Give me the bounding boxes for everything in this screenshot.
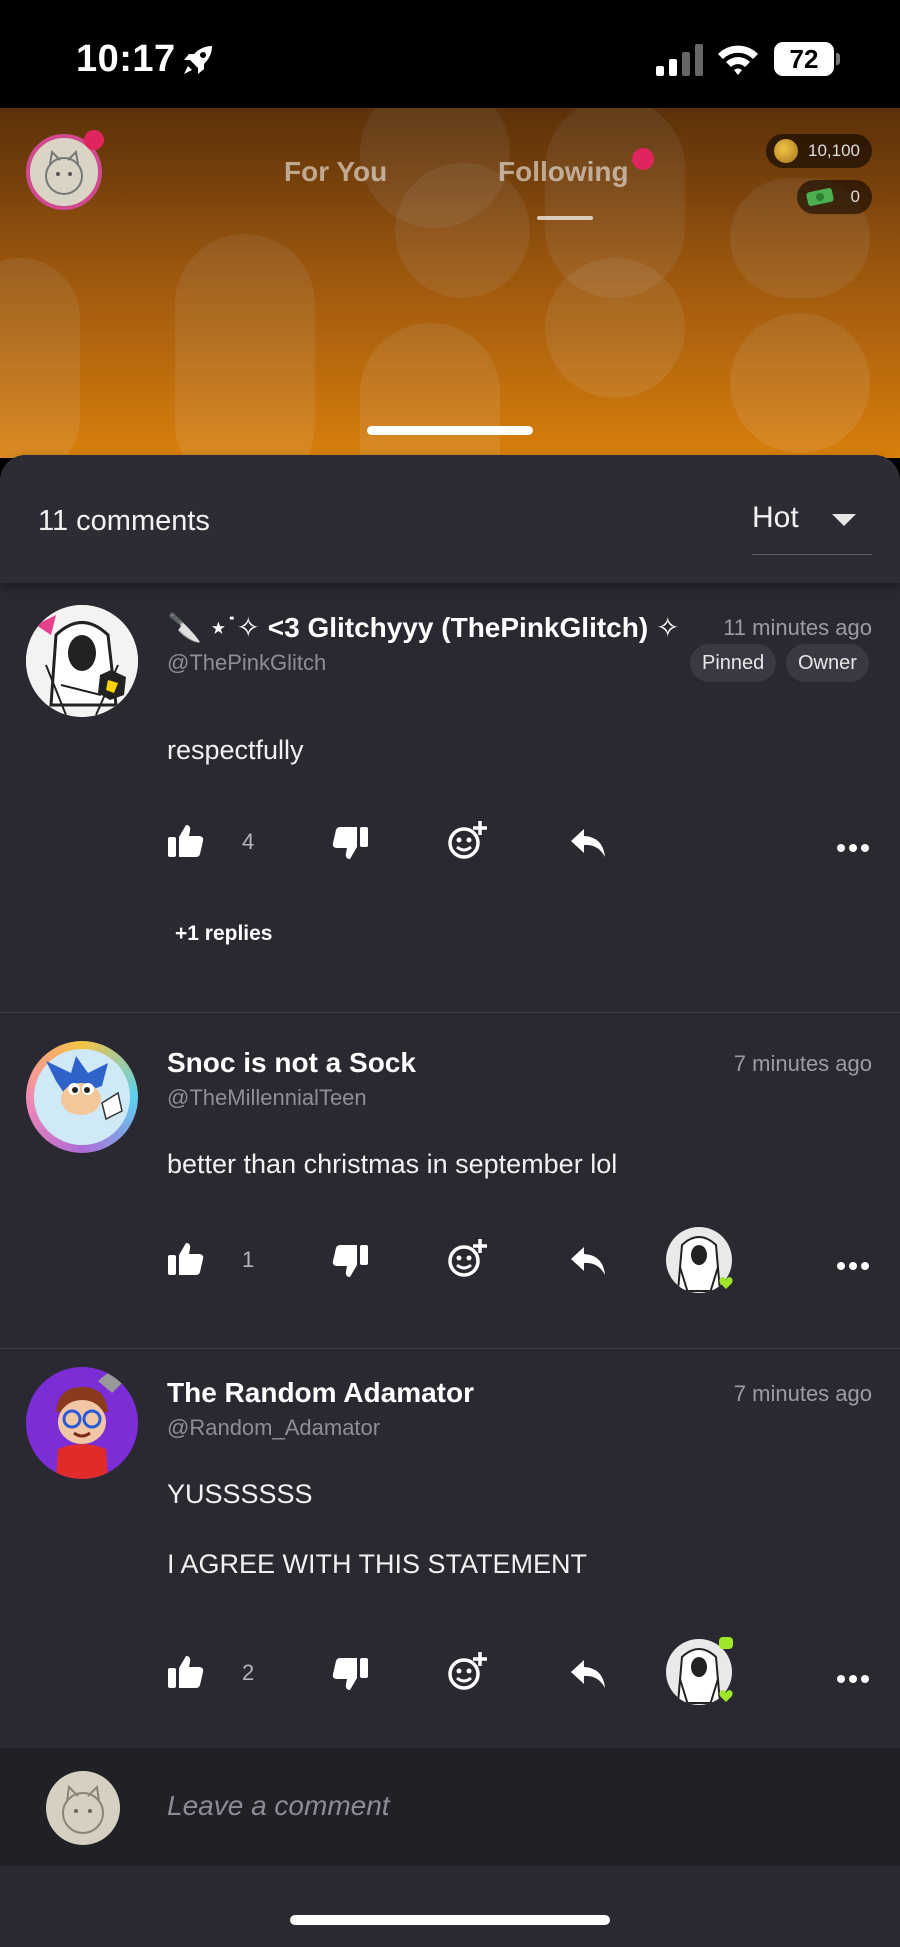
comments-sheet: 11 comments Hot 🔪 ⋆˙✧ <3 Glitchyyy (TheP… [0, 455, 900, 1947]
comment-timestamp: 7 minutes ago [733, 1051, 872, 1076]
adamator-avatar-art [26, 1367, 138, 1479]
feed-header: For You Following 10,100 0 [0, 108, 900, 458]
comment-body: better than christmas in september lol [167, 1149, 618, 1179]
reply-icon[interactable] [568, 1654, 608, 1694]
comment-timestamp: 7 minutes ago [733, 1381, 872, 1406]
my-avatar [46, 1771, 120, 1845]
add-reaction-icon[interactable] [446, 1237, 490, 1281]
thumbs-down-icon[interactable] [330, 1241, 370, 1281]
pinned-badge: Pinned [690, 644, 777, 682]
battery-level: 72 [774, 42, 834, 76]
coin-balance[interactable]: 10,100 [766, 134, 872, 168]
comment-body: respectfully [167, 735, 304, 765]
reply-icon[interactable] [568, 1241, 608, 1281]
battery-nub [836, 53, 840, 65]
thumbs-up-icon[interactable] [166, 1239, 206, 1279]
owner-badge: Owner [786, 644, 869, 682]
more-options-icon[interactable] [836, 1261, 870, 1271]
tab-following[interactable]: Following [498, 156, 629, 188]
comment-count: 11 comments [38, 505, 210, 537]
comment-avatar[interactable] [26, 1367, 138, 1479]
ghostface-avatar-art [26, 605, 138, 717]
comment-item: 🔪 ⋆˙✧ <3 Glitchyyy (ThePinkGlitch) ✧ @Th… [0, 583, 900, 1026]
wifi-icon [718, 45, 758, 75]
comment-avatar[interactable] [26, 1041, 138, 1153]
cash-balance-value: 0 [850, 187, 860, 206]
tab-active-indicator [537, 216, 593, 220]
sonic-avatar-art [34, 1049, 130, 1145]
cat-sketch-icon [62, 1784, 104, 1834]
comment-author-name[interactable]: 🔪 ⋆˙✧ <3 Glitchyyy (ThePinkGlitch) ✧ [167, 611, 679, 644]
comment-avatar[interactable] [26, 605, 138, 717]
sort-selected-value: Hot [752, 501, 799, 534]
sheet-drag-handle[interactable] [367, 426, 533, 435]
thumbs-down-icon[interactable] [330, 1654, 370, 1694]
tab-for-you[interactable]: For You [284, 156, 387, 188]
heart-icon [719, 1277, 733, 1289]
bottom-safe-area [0, 1866, 900, 1947]
comment-body-line: I AGREE WITH THIS STATEMENT [167, 1549, 588, 1579]
sort-dropdown[interactable]: Hot [752, 495, 872, 555]
battery-indicator: 72 [774, 42, 840, 76]
comment-timestamp: 11 minutes ago [723, 615, 872, 640]
status-time: 10:17 [76, 38, 176, 80]
status-bar: 10:17 72 [0, 0, 900, 108]
comment-input[interactable]: Leave a comment [167, 1790, 390, 1822]
cash-icon [805, 188, 834, 206]
coin-icon [774, 139, 798, 163]
comment-item: The Random Adamator @Random_Adamator 7 m… [0, 1349, 900, 1748]
thumbs-up-icon[interactable] [166, 821, 206, 861]
like-count: 4 [242, 829, 255, 854]
compose-bar[interactable]: Leave a comment [0, 1748, 900, 1866]
cellular-signal-icon [656, 44, 703, 76]
cash-balance[interactable]: 0 [796, 180, 872, 214]
thumbs-down-icon[interactable] [330, 823, 370, 863]
comments-header: 11 comments Hot [0, 455, 900, 583]
like-count: 2 [242, 1660, 255, 1685]
header-shade [0, 108, 900, 458]
add-reaction-icon[interactable] [446, 1650, 490, 1694]
like-count: 1 [242, 1247, 255, 1272]
comment-body-line: YUSSSSSS [167, 1479, 313, 1509]
thumbs-up-icon[interactable] [166, 1652, 206, 1692]
comment-author-handle[interactable]: @TheMillennialTeen [167, 1085, 367, 1111]
caret-down-icon [832, 514, 856, 526]
home-indicator[interactable] [290, 1915, 610, 1925]
add-reaction-icon[interactable] [446, 819, 490, 863]
comment-author-name[interactable]: The Random Adamator [167, 1377, 474, 1409]
comment-item: Snoc is not a Sock @TheMillennialTeen 7 … [0, 1013, 900, 1349]
reply-icon[interactable] [568, 823, 608, 863]
reaction-dot-icon [719, 1637, 733, 1649]
comment-author-handle[interactable]: @ThePinkGlitch [167, 650, 326, 676]
more-options-icon[interactable] [836, 843, 870, 853]
comment-author-name[interactable]: Snoc is not a Sock [167, 1047, 416, 1079]
profile-notification-dot [84, 130, 104, 150]
rocket-icon [184, 46, 212, 74]
view-replies-link[interactable]: +1 replies [175, 922, 272, 946]
comment-author-handle[interactable]: @Random_Adamator [167, 1415, 380, 1441]
more-options-icon[interactable] [836, 1674, 870, 1684]
coin-balance-value: 10,100 [808, 141, 860, 160]
following-notification-dot [632, 148, 654, 170]
heart-icon [719, 1690, 733, 1702]
